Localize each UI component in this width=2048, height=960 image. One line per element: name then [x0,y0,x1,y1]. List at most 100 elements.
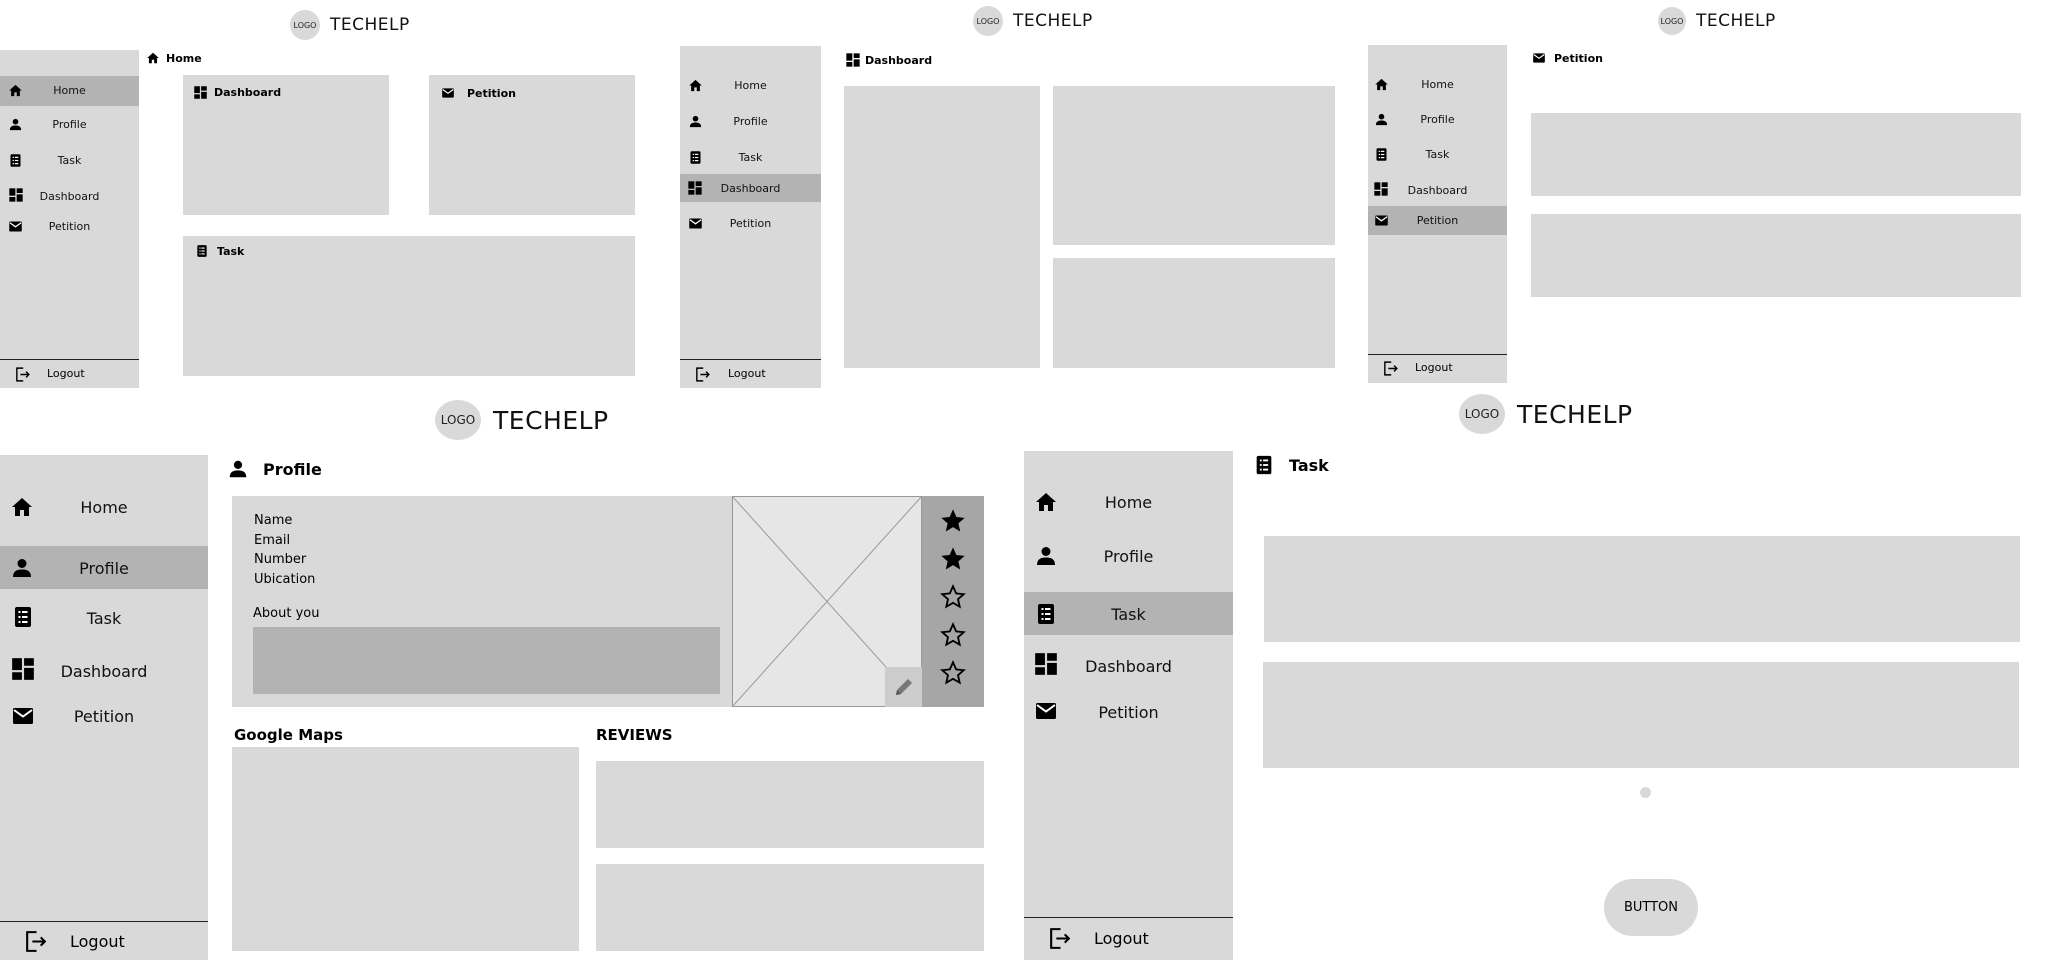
review-card[interactable] [596,761,984,848]
name-field[interactable]: Name [254,513,292,528]
profile-screen: LOGO TECHELP Home Profile Task Dashboard… [0,400,1000,960]
brand-name: TECHELP [1517,399,1633,429]
sidebar-item-profile[interactable]: Profile [0,546,208,589]
petition-item[interactable] [1531,113,2021,196]
logout-label: Logout [47,367,85,380]
logout-button[interactable]: Logout [0,923,208,959]
dashboard-widget[interactable] [844,86,1040,368]
sidebar-item-label: Task [738,151,763,164]
petition-card[interactable]: Petition [429,75,635,215]
petition-item[interactable] [1531,214,2021,297]
dashboard-widget[interactable] [1053,258,1335,368]
sidebar: Home Profile Task Dashboard Petition Log… [1368,45,1507,383]
sidebar-item-label: Petition [73,707,135,726]
card-title: Task [195,244,244,258]
reviews-title: REVIEWS [596,726,673,744]
sidebar-item-dashboard[interactable]: Dashboard [0,181,139,211]
sidebar-item-petition[interactable]: Petition [0,212,139,242]
logout-button[interactable]: Logout [1024,919,1233,957]
dashboard-widget[interactable] [1053,86,1335,245]
sidebar-item-label: Petition [729,217,772,230]
sidebar-item-petition[interactable]: Petition [680,209,821,239]
sidebar-item-label: Task [1425,148,1450,161]
sidebar-item-label: Task [57,154,82,167]
sidebar-item-task[interactable]: Task [0,146,139,176]
divider [0,921,208,922]
logout-button[interactable]: Logout [0,361,139,387]
about-textarea[interactable] [253,627,720,694]
page-title: Profile [227,458,322,480]
logo: LOGO [1459,394,1505,434]
sidebar-item-profile[interactable]: Profile [1024,534,1233,578]
sidebar-item-profile[interactable]: Profile [0,110,139,140]
sidebar: Home Profile Task Dashboard Petition Log… [1024,451,1233,960]
sidebar-item-dashboard[interactable]: Dashboard [0,648,208,692]
card-title: Dashboard [193,85,281,100]
brand: LOGO TECHELP [435,400,609,440]
ubication-field[interactable]: Ubication [254,572,315,587]
sidebar: Home Profile Task Dashboard Petition Log… [0,50,139,388]
about-label: About you [253,606,320,621]
task-card[interactable]: Task [183,236,635,376]
sidebar-item-home[interactable]: Home [680,71,821,101]
sidebar-item-label: Home [734,79,767,92]
sidebar-item-task[interactable]: Task [1368,140,1507,170]
google-map[interactable] [232,747,579,951]
email-field[interactable]: Email [254,533,290,548]
sidebar-item-label: Petition [1416,214,1459,227]
star-icon[interactable] [939,545,967,573]
brand-name: TECHELP [1013,11,1093,31]
sidebar-item-task[interactable]: Task [0,595,208,639]
logo: LOGO [435,400,481,440]
sidebar-item-dashboard[interactable]: Dashboard [1368,175,1507,205]
dashboard-icon [193,85,208,100]
logout-label: Logout [1094,929,1149,948]
sidebar-item-petition[interactable]: Petition [1368,206,1507,235]
sidebar-item-petition[interactable]: Petition [0,694,208,738]
sidebar: Home Profile Task Dashboard Petition Log… [680,46,821,388]
logout-icon [1382,360,1399,377]
sidebar-item-task[interactable]: Task [1024,592,1233,635]
task-item[interactable] [1264,536,2020,642]
sidebar-item-profile[interactable]: Profile [1368,105,1507,135]
star-icon[interactable] [939,507,967,535]
divider [680,359,821,360]
star-icon[interactable] [939,659,967,687]
sidebar-item-home[interactable]: Home [1024,480,1233,524]
sidebar-item-profile[interactable]: Profile [680,107,821,137]
pencil-icon [892,675,916,699]
review-card[interactable] [596,864,984,951]
logout-label: Logout [70,932,125,951]
logout-icon [23,929,48,954]
sidebar-item-dashboard[interactable]: Dashboard [1024,643,1233,687]
logout-label: Logout [1415,361,1453,374]
logout-button[interactable]: Logout [680,361,821,387]
sidebar-item-dashboard[interactable]: Dashboard [680,174,821,202]
star-icon[interactable] [939,621,967,649]
sidebar-item-label: Home [53,84,86,97]
star-icon[interactable] [939,583,967,611]
card-title: Petition [441,86,516,100]
envelope-icon [1532,51,1546,65]
brand: LOGO TECHELP [290,10,410,40]
dashboard-card[interactable]: Dashboard [183,75,389,215]
logout-button[interactable]: Logout [1368,356,1507,382]
sidebar-item-home[interactable]: Home [0,76,139,106]
sidebar-item-label: Home [1421,78,1454,91]
number-field[interactable]: Number [254,552,306,567]
edit-photo-button[interactable] [885,667,923,707]
brand-name: TECHELP [493,405,609,435]
clipboard-icon [1253,454,1275,476]
sidebar-item-label: Home [1104,493,1153,512]
pagination-dot[interactable] [1640,787,1651,798]
sidebar-item-home[interactable]: Home [1368,70,1507,100]
task-item[interactable] [1263,662,2019,768]
sidebar-item-home[interactable]: Home [0,485,208,529]
sidebar-item-task[interactable]: Task [680,143,821,173]
sidebar-item-label: Dashboard [1407,184,1468,197]
sidebar-item-label: Petition [1098,703,1159,722]
sidebar-item-label: Profile [733,115,768,128]
primary-button[interactable]: BUTTON [1604,879,1698,936]
sidebar-item-petition[interactable]: Petition [1024,690,1233,734]
person-icon [227,458,249,480]
